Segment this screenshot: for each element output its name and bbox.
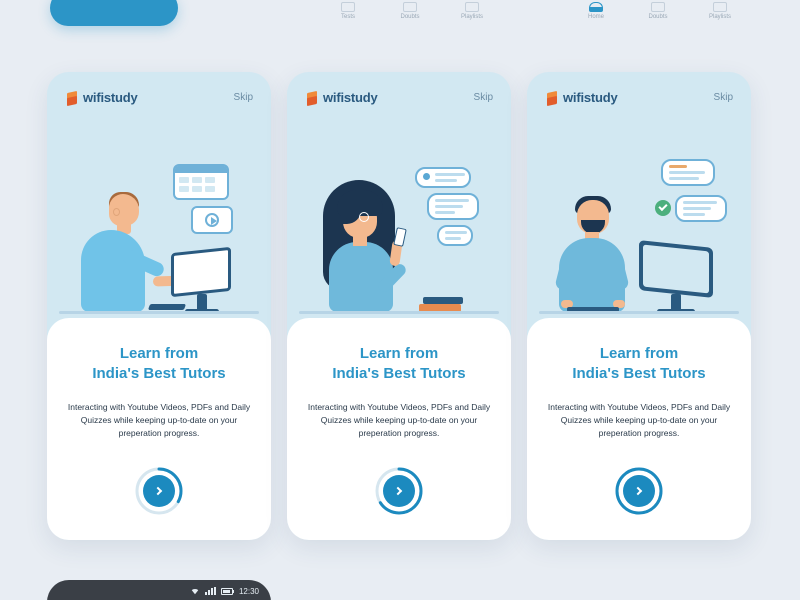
- wifi-icon: [191, 587, 199, 595]
- onboarding-card: wifistudy Skip Learn fromIndia's Best Tu…: [287, 72, 511, 540]
- onboard-desc: Interacting with Youtube Videos, PDFs an…: [305, 401, 493, 441]
- onboard-desc: Interacting with Youtube Videos, PDFs an…: [65, 401, 253, 441]
- tests-icon: [341, 2, 355, 12]
- brand: wifistudy: [545, 90, 618, 105]
- brand-name: wifistudy: [563, 90, 618, 105]
- chat-bubble-icon: [427, 193, 479, 220]
- brand: wifistudy: [65, 90, 138, 105]
- illustration-chat-phone: [287, 120, 511, 320]
- onboard-title: Learn fromIndia's Best Tutors: [92, 344, 225, 383]
- skip-button[interactable]: Skip: [714, 92, 733, 103]
- illustration-desk-monitor: [527, 120, 751, 320]
- doc-bubble-icon: [661, 159, 715, 186]
- nav-tests[interactable]: Tests: [328, 2, 368, 20]
- skip-button[interactable]: Skip: [474, 92, 493, 103]
- chat-bubble-icon: [415, 167, 471, 188]
- video-bubble-icon: [191, 206, 233, 234]
- nav-playlists[interactable]: Playlists: [700, 2, 740, 20]
- brand: wifistudy: [305, 90, 378, 105]
- brand-name: wifistudy: [83, 90, 138, 105]
- next-button[interactable]: [375, 467, 423, 515]
- doc-bubble-icon: [675, 195, 727, 222]
- content-sheet: Learn fromIndia's Best Tutors Interactin…: [287, 318, 511, 540]
- onboarding-card: wifistudy Skip Learn fromIndia's Best Tu…: [47, 72, 271, 540]
- statusbar-time: 12:30: [239, 587, 259, 596]
- playlists-icon: [713, 2, 727, 12]
- chevron-right-icon: [634, 486, 642, 494]
- nav-doubts[interactable]: Doubts: [390, 2, 430, 20]
- brand-name: wifistudy: [323, 90, 378, 105]
- nav-doubts[interactable]: Doubts: [638, 2, 678, 20]
- nav-label: Playlists: [709, 14, 731, 20]
- home-icon: [589, 2, 603, 12]
- bottom-nav-partial: Tests Doubts Playlists: [328, 0, 492, 20]
- nav-label: Home: [588, 14, 604, 20]
- battery-icon: [221, 588, 233, 595]
- phone-icon: [393, 227, 407, 247]
- next-button[interactable]: [615, 467, 663, 515]
- onboard-desc: Interacting with Youtube Videos, PDFs an…: [545, 401, 733, 441]
- chevron-right-icon: [154, 486, 162, 494]
- bottom-nav-partial: Home Doubts Playlists: [576, 0, 740, 20]
- brand-logo-icon: [305, 91, 319, 105]
- primary-action-pill[interactable]: [50, 0, 178, 26]
- doubts-icon: [403, 2, 417, 12]
- content-sheet: Learn fromIndia's Best Tutors Interactin…: [47, 318, 271, 540]
- signal-icon: [205, 587, 215, 595]
- brand-logo-icon: [545, 91, 559, 105]
- onboard-title: Learn fromIndia's Best Tutors: [332, 344, 465, 383]
- nav-label: Tests: [341, 14, 355, 20]
- illustration-study-laptop: [47, 120, 271, 320]
- onboarding-card: wifistudy Skip Learn fromIndia's Best Tu…: [527, 72, 751, 540]
- nav-label: Playlists: [461, 14, 483, 20]
- skip-button[interactable]: Skip: [234, 92, 253, 103]
- content-sheet: Learn fromIndia's Best Tutors Interactin…: [527, 318, 751, 540]
- dashboard-bubble-icon: [173, 164, 229, 200]
- onboard-title: Learn fromIndia's Best Tutors: [572, 344, 705, 383]
- nav-playlists[interactable]: Playlists: [452, 2, 492, 20]
- doubts-icon: [651, 2, 665, 12]
- next-button[interactable]: [135, 467, 183, 515]
- check-circle-icon: [655, 200, 671, 216]
- chevron-right-icon: [394, 486, 402, 494]
- nav-home[interactable]: Home: [576, 2, 616, 20]
- nav-label: Doubts: [400, 14, 419, 20]
- android-statusbar: 12:30: [47, 580, 271, 600]
- chat-bubble-icon: [437, 225, 473, 246]
- playlists-icon: [465, 2, 479, 12]
- brand-logo-icon: [65, 91, 79, 105]
- nav-label: Doubts: [648, 14, 667, 20]
